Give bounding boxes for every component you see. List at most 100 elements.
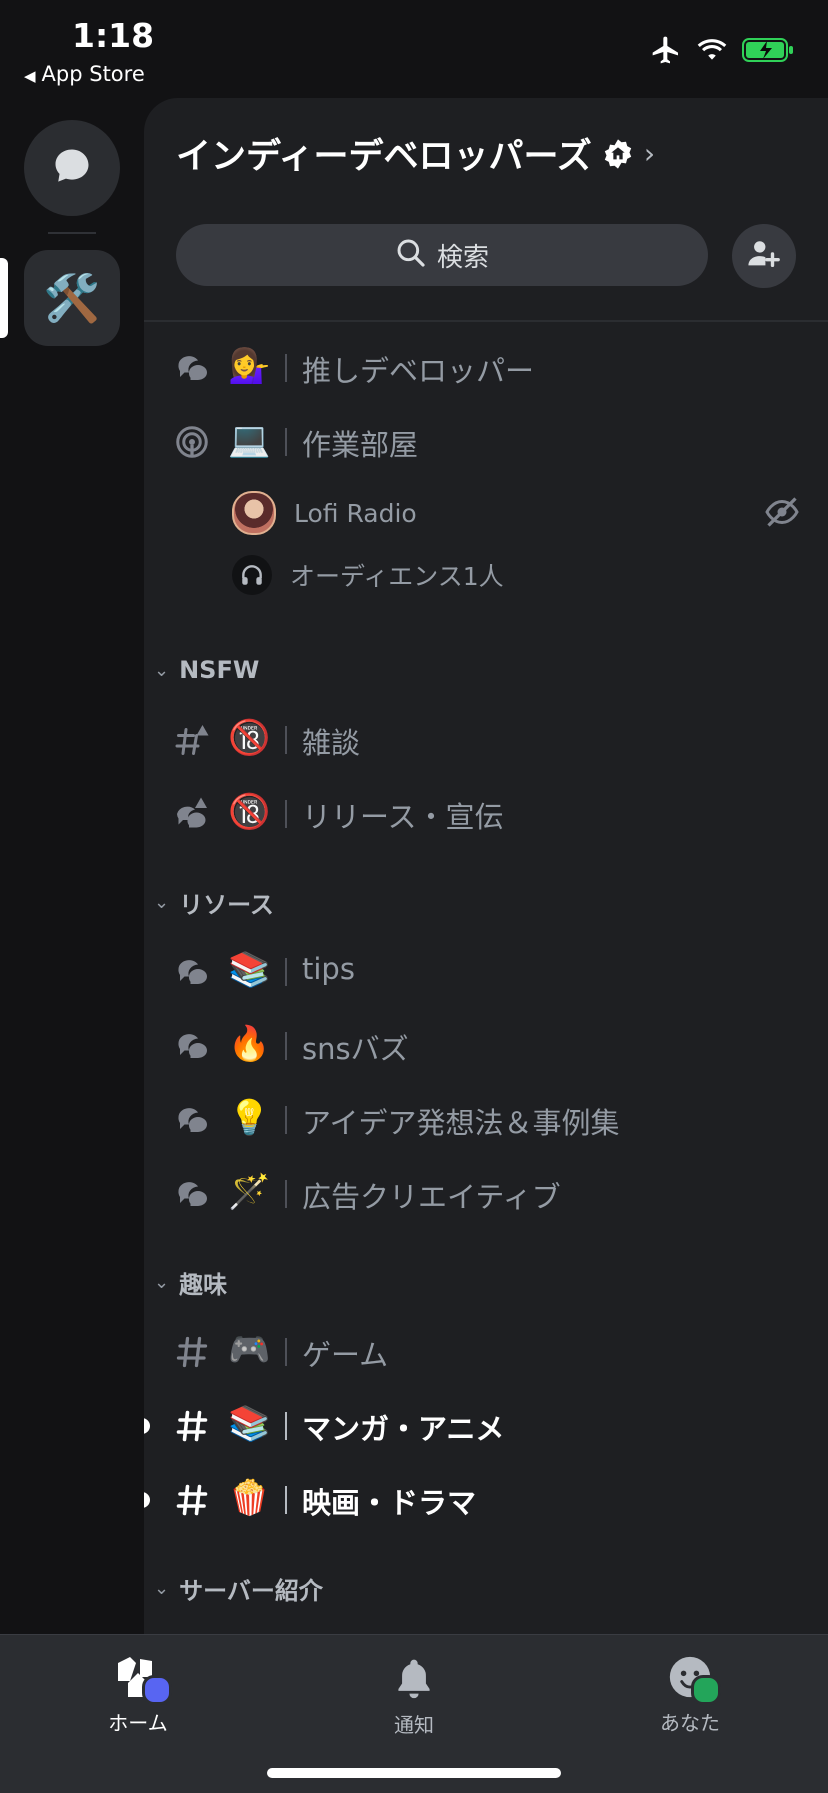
nsfw-text-channel-icon [174,722,210,758]
avatar [232,491,276,535]
chevron-down-icon: ⌄ [154,891,170,913]
channel-name: マンガ・アニメ [302,1412,505,1446]
profile-avatar [665,1655,721,1705]
tab-notifications-label: 通知 [394,1713,434,1737]
unread-indicator [144,1492,150,1508]
channel-separator [285,1412,287,1440]
channel-separator [285,1106,287,1134]
rail-divider [48,232,96,234]
header-divider [144,320,828,322]
channel-separator [285,1486,287,1514]
channel-name: 映画・ドラマ [302,1486,477,1520]
channel-separator [285,428,287,456]
channel-separator [285,800,287,828]
tools-icon: 🛠️ [43,270,101,325]
forum-icon [174,954,210,990]
channel-name: アイデア発想法＆事例集 [302,1106,620,1140]
category-name: 趣味 [179,1270,228,1299]
voice-user: オーディエンス1人 [232,550,504,600]
channel-emoji: 💻 [228,420,271,460]
back-to-app-store[interactable]: ◀ App Store [24,62,145,86]
channel-name: ゲーム [302,1338,389,1372]
channel-separator [285,1032,287,1060]
channel-row[interactable]: 🔞 リリース・宣伝 [144,782,828,844]
channel-row[interactable]: 🎮 ゲーム [144,1320,828,1382]
back-arrow-icon: ◀ [24,67,36,85]
text-channel-icon [174,1334,210,1370]
chevron-down-icon: ⌄ [154,1577,170,1599]
battery-charging-icon [742,37,794,67]
tab-notifications[interactable]: 通知 [344,1655,484,1738]
forum-icon [174,1028,210,1064]
status-icons [650,34,794,70]
tab-home[interactable]: ホーム [68,1655,208,1736]
add-user-icon [747,237,781,275]
text-channel-icon [174,1408,210,1444]
server-header[interactable]: インディーデベロッパーズ › [176,128,655,179]
forum-icon [174,1176,210,1212]
channel-name: 作業部屋 [302,428,419,462]
channel-row[interactable]: 📚 tips [144,940,828,1002]
channel-emoji: 📚 [228,950,271,990]
channel-emoji: 🍿 [228,1478,271,1518]
channel-emoji: 🔞 [228,792,271,832]
channel-row[interactable]: 🔞 雑談 [144,708,828,770]
headphones-icon [232,555,272,595]
chevron-right-icon: › [643,137,656,170]
stage-icon [174,424,210,460]
channel-name: リリース・宣伝 [302,800,504,834]
channel-name: snsバズ [302,1032,409,1066]
forum-icon [174,1102,210,1138]
server-name: インディーデベロッパーズ [176,137,592,177]
channel-separator [285,1338,287,1366]
unread-indicator [144,1418,150,1434]
tab-home-label: ホーム [108,1711,168,1735]
online-status-dot [691,1675,721,1705]
chevron-down-icon: ⌄ [154,659,170,681]
category-header[interactable]: ⌄ リソース [154,882,274,922]
channel-row[interactable]: 🔥 snsバズ [144,1014,828,1076]
back-label: App Store [41,62,145,86]
category-name: NSFW [179,656,260,684]
category-header[interactable]: ⌄ サーバー紹介 [154,1568,323,1608]
chevron-down-icon: ⌄ [154,1271,170,1293]
stream-hidden-icon[interactable] [764,494,800,534]
channel-row[interactable]: 🪄 広告クリエイティブ [144,1162,828,1224]
bell-icon [392,1655,436,1703]
channel-emoji: 💁‍♀️ [228,346,271,386]
channel-separator [285,1180,287,1208]
airplane-icon [650,34,682,70]
channel-separator [285,726,287,754]
status-time: 1:18 [72,16,155,55]
home-indicator [267,1768,561,1778]
voice-user-name: Lofi Radio [294,498,417,528]
channel-emoji: 🔞 [228,718,271,758]
channel-name: tips [302,952,355,986]
audience-count: オーディエンス1人 [290,562,504,591]
search-placeholder: 検索 [436,242,489,273]
direct-messages-button[interactable] [24,120,120,216]
channel-emoji: 🎮 [228,1330,271,1370]
channel-row[interactable]: 💡 アイデア発想法＆事例集 [144,1088,828,1150]
chat-bubble-icon [50,144,94,192]
status-bar: 1:18 ◀ App Store [0,0,828,98]
channel-row[interactable]: 💻 作業部屋 [144,410,828,472]
category-header[interactable]: ⌄ 趣味 [154,1262,227,1302]
channel-row[interactable]: 📚 マンガ・アニメ [144,1394,828,1456]
channel-row[interactable]: 💁‍♀️ 推しデベロッパー [144,336,828,398]
wifi-icon [696,37,728,67]
invite-members-button[interactable] [732,224,796,288]
channel-panel: インディーデベロッパーズ › 検索 💁‍♀️ 推しデベロッパー [144,98,828,1634]
channel-separator [285,354,287,382]
server-icon-button[interactable]: 🛠️ [24,250,120,346]
category-header[interactable]: ⌄ NSFW [154,650,259,690]
search-input[interactable]: 検索 [176,224,708,286]
tab-you[interactable]: あなた [620,1655,760,1736]
selected-indicator [0,258,8,338]
voice-user[interactable]: Lofi Radio [232,488,417,538]
search-icon [395,237,427,273]
community-home-badge-icon [602,138,634,170]
channel-row[interactable]: 🍿 映画・ドラマ [144,1468,828,1530]
status-dot [142,1675,172,1705]
channel-name: 推しデベロッパー [302,354,535,388]
